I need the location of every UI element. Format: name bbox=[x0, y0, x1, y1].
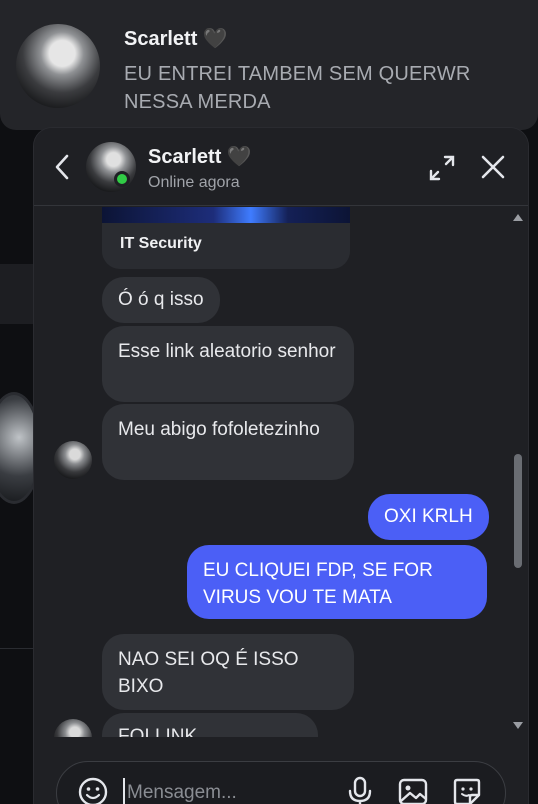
contact-status: Online agora bbox=[148, 174, 240, 191]
message-composer bbox=[56, 761, 506, 804]
link-preview-title[interactable]: IT Security bbox=[102, 223, 350, 269]
message-input[interactable] bbox=[123, 778, 323, 804]
my-message-bubble[interactable]: EU CLIQUEI FDP, SE FOR VIRUS VOU TE MATA bbox=[187, 545, 487, 619]
message-bubble[interactable]: NAO SEI OQ É ISSO BIXO bbox=[102, 634, 354, 710]
sticker-icon bbox=[453, 778, 481, 804]
notification-message-text: EU ENTREI TAMBEM SEM QUERWR NESSA MERDA bbox=[124, 63, 471, 113]
message-bubble[interactable]: FOI LINK ALEATRRIO bbox=[102, 713, 318, 737]
message-scrollbar[interactable] bbox=[512, 212, 524, 732]
emoji-icon bbox=[78, 777, 108, 804]
emoji-button[interactable] bbox=[77, 776, 109, 804]
message-list[interactable]: IT Security Ó ó q isso Esse link aleator… bbox=[34, 207, 528, 737]
image-icon bbox=[398, 778, 428, 804]
back-button[interactable] bbox=[50, 152, 74, 182]
scroll-up-arrow[interactable] bbox=[513, 214, 523, 221]
contact-avatar[interactable] bbox=[86, 142, 136, 192]
chat-header: Scarlett 🖤 Online agora bbox=[34, 128, 528, 206]
my-message-bubble[interactable]: OXI KRLH bbox=[368, 494, 489, 540]
message-notification[interactable]: Scarlett 🖤 EU ENTREI TAMBEM SEM QUERWR N… bbox=[0, 0, 538, 130]
notification-avatar bbox=[16, 24, 100, 108]
close-button[interactable] bbox=[478, 152, 508, 182]
link-preview-image[interactable] bbox=[102, 207, 350, 223]
sender-avatar bbox=[54, 441, 92, 479]
scroll-thumb[interactable] bbox=[514, 454, 522, 568]
voice-message-button[interactable] bbox=[347, 776, 373, 804]
scroll-down-arrow[interactable] bbox=[513, 722, 523, 729]
chat-window: Scarlett 🖤 Online agora IT Security Ó ó … bbox=[34, 128, 528, 804]
chevron-left-icon bbox=[55, 154, 69, 180]
message-bubble[interactable]: Esse link aleatorio senhor bbox=[102, 326, 354, 402]
contact-name[interactable]: Scarlett 🖤 bbox=[148, 144, 252, 169]
message-bubble[interactable]: Ó ó q isso bbox=[102, 277, 220, 323]
microphone-icon bbox=[348, 776, 372, 804]
sender-avatar bbox=[54, 719, 92, 737]
notification-sender-name: Scarlett 🖤 bbox=[124, 28, 228, 50]
close-icon bbox=[481, 155, 505, 179]
message-bubble[interactable]: Meu abigo fofoletezinho bbox=[102, 404, 354, 480]
add-image-button[interactable] bbox=[397, 776, 429, 804]
sticker-button[interactable] bbox=[451, 776, 483, 804]
expand-button[interactable] bbox=[428, 154, 456, 182]
expand-icon bbox=[429, 155, 455, 181]
online-status-indicator bbox=[114, 171, 130, 187]
